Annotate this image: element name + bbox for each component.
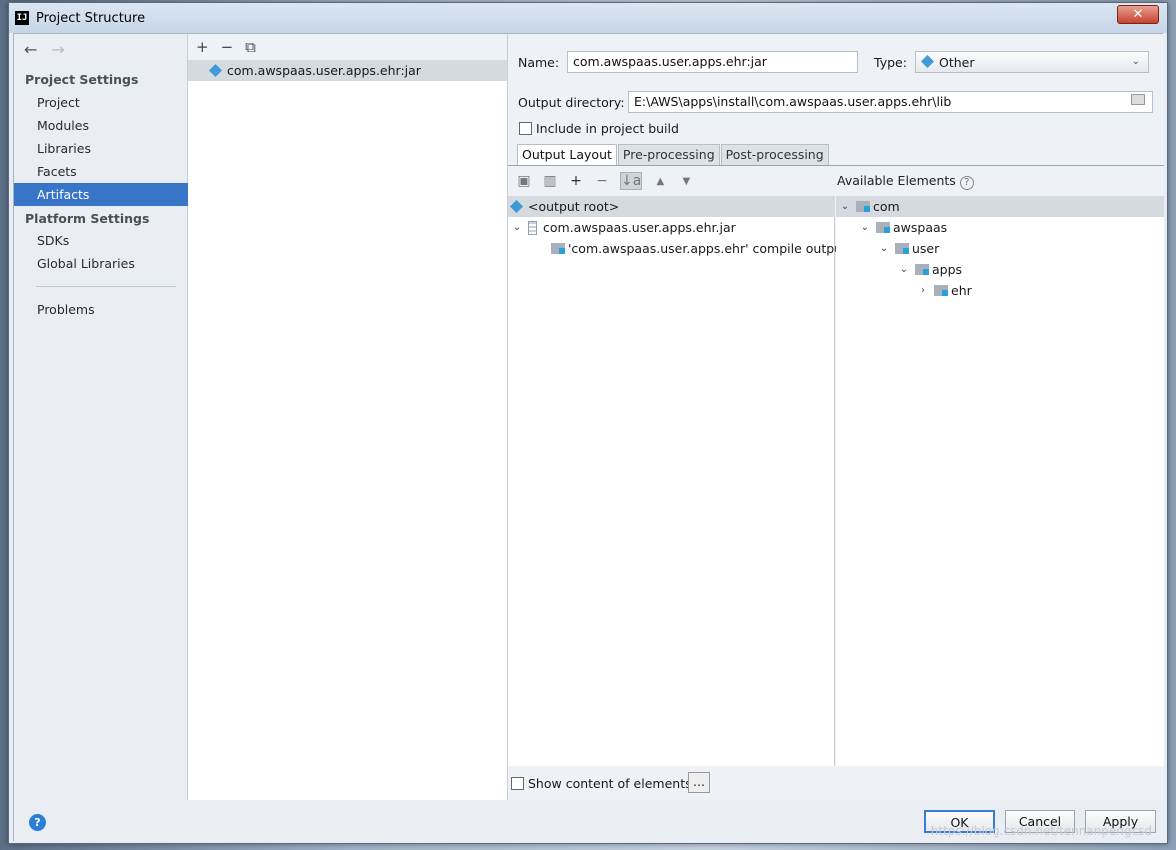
sidebar-item-problems[interactable]: Problems [14, 298, 188, 321]
platform-settings-header: Platform Settings [25, 211, 150, 226]
help-icon[interactable]: ? [959, 176, 974, 190]
tab-pre-processing[interactable]: Pre-processing [617, 144, 720, 165]
output-root-icon [509, 199, 524, 213]
chevron-down-icon[interactable]: ⌄ [877, 243, 891, 254]
chevron-down-icon[interactable]: ⌄ [510, 222, 524, 233]
move-down-icon[interactable]: ▼ [678, 176, 694, 187]
copy-artifact-icon[interactable]: ⧉ [245, 38, 256, 56]
watermark: https://blog.csdn.net/tennanpengcsd [930, 824, 1152, 838]
type-dropdown[interactable]: Other ⌄ [915, 51, 1149, 73]
tree-row-user[interactable]: ⌄ user [877, 238, 939, 259]
node-label: awspaas [893, 220, 948, 235]
intellij-app-icon: IJ [15, 11, 29, 25]
tree-row-jar[interactable]: ⌄ com.awspaas.user.apps.ehr.jar [510, 217, 736, 238]
artifact-list-item[interactable]: com.awspaas.user.apps.ehr:jar [188, 60, 507, 81]
output-directory-field[interactable]: E:\AWS\apps\install\com.awspaas.user.app… [628, 91, 1153, 113]
sidebar-item-facets[interactable]: Facets [14, 160, 188, 183]
jar-label: com.awspaas.user.apps.ehr.jar [543, 220, 736, 235]
output-root-label: <output root> [528, 199, 620, 214]
output-layout-toolbar: ▣ ▥ + − ↓a ▲ ▼ [508, 166, 836, 196]
sidebar-item-project[interactable]: Project [14, 91, 188, 114]
folder-browse-icon[interactable] [1131, 94, 1145, 105]
dialog-content: ← → Project Settings Project Modules Lib… [13, 33, 1164, 842]
package-icon [915, 264, 929, 275]
create-archive-icon[interactable]: ▥ [542, 173, 558, 189]
type-label: Type: [874, 55, 907, 70]
other-type-icon [920, 54, 935, 69]
name-field[interactable]: com.awspaas.user.apps.ehr:jar [567, 51, 858, 73]
add-artifact-icon[interactable]: + [196, 38, 209, 56]
available-elements-tree: ⌄ com ⌄ awspaas ⌄ user ⌄ apps › ehr [836, 196, 1164, 766]
artifact-list-toolbar: + − ⧉ [188, 34, 507, 60]
chevron-down-icon: ⌄ [1131, 56, 1140, 67]
sidebar-item-sdks[interactable]: SDKs [14, 229, 188, 252]
project-structure-dialog: IJ Project Structure ✕ ← → Project Setti… [8, 2, 1168, 844]
include-in-build-label: Include in project build [536, 121, 679, 136]
remove-artifact-icon[interactable]: − [221, 38, 234, 56]
back-arrow-icon[interactable]: ← [24, 40, 37, 59]
sort-elements-icon[interactable]: ↓a [620, 172, 643, 190]
artifact-item-label: com.awspaas.user.apps.ehr:jar [227, 63, 421, 78]
artifact-diamond-icon [208, 63, 223, 77]
compile-output-label: 'com.awspaas.user.apps.ehr' compile outp… [568, 241, 847, 256]
node-label: user [912, 241, 940, 256]
artifact-list-panel: + − ⧉ com.awspaas.user.apps.ehr:jar [188, 34, 508, 800]
tree-row-output-root[interactable]: <output root> [508, 196, 835, 217]
node-label: com [873, 199, 900, 214]
sidebar-item-libraries[interactable]: Libraries [14, 137, 188, 160]
show-content-options-button[interactable]: ... [688, 772, 710, 793]
available-elements-header: Available Elements? [837, 173, 974, 190]
package-icon [934, 285, 948, 296]
tab-output-layout[interactable]: Output Layout [517, 144, 617, 165]
chevron-down-icon[interactable]: ⌄ [838, 201, 852, 212]
available-elements-label: Available Elements [837, 173, 956, 188]
jar-archive-icon [528, 220, 537, 235]
show-content-checkbox[interactable] [511, 776, 524, 790]
node-label: apps [932, 262, 963, 277]
layout-tabs: Output Layout Pre-processing Post-proces… [517, 144, 830, 165]
package-icon [876, 222, 890, 233]
module-output-icon [551, 243, 565, 254]
tree-row-com[interactable]: ⌄ com [836, 196, 1164, 217]
sidebar-item-global-libraries[interactable]: Global Libraries [14, 252, 188, 275]
show-content-label: Show content of elements [528, 775, 692, 791]
tree-row-apps[interactable]: ⌄ apps [897, 259, 962, 280]
chevron-down-icon[interactable]: ⌄ [897, 264, 911, 275]
package-icon [895, 243, 909, 254]
remove-element-icon[interactable]: − [594, 173, 610, 189]
include-in-build-checkbox[interactable] [519, 122, 532, 135]
add-copy-icon[interactable]: + [568, 173, 584, 189]
output-directory-label: Output directory: [518, 95, 625, 110]
sidebar-divider [36, 286, 176, 287]
type-selected-value: Other [939, 54, 975, 70]
close-button[interactable]: ✕ [1117, 5, 1159, 24]
show-content-bar: Show content of elements [508, 766, 1164, 800]
tree-row-awspaas[interactable]: ⌄ awspaas [858, 217, 947, 238]
dialog-footer: ? OK Cancel Apply https://blog.csdn.net/… [14, 800, 1164, 842]
help-button[interactable]: ? [29, 814, 46, 831]
project-settings-header: Project Settings [25, 72, 139, 87]
settings-sidebar: ← → Project Settings Project Modules Lib… [14, 34, 188, 800]
create-directory-icon[interactable]: ▣ [516, 173, 532, 189]
node-label: ehr [951, 283, 972, 298]
package-icon [856, 201, 870, 212]
forward-arrow-icon[interactable]: → [51, 40, 64, 59]
chevron-right-icon[interactable]: › [916, 285, 930, 296]
chevron-down-icon[interactable]: ⌄ [858, 222, 872, 233]
tree-row-compile-output[interactable]: 'com.awspaas.user.apps.ehr' compile outp… [551, 238, 847, 259]
artifact-settings-panel: Name: com.awspaas.user.apps.ehr:jar Type… [508, 34, 1164, 800]
move-up-icon[interactable]: ▲ [652, 176, 668, 187]
name-label: Name: [518, 55, 560, 70]
window-title: Project Structure [36, 10, 146, 26]
sidebar-item-artifacts[interactable]: Artifacts [14, 183, 188, 206]
sidebar-item-modules[interactable]: Modules [14, 114, 188, 137]
output-layout-tree: <output root> ⌄ com.awspaas.user.apps.eh… [508, 196, 847, 766]
tab-post-processing[interactable]: Post-processing [720, 144, 829, 165]
nav-arrows: ← → [24, 40, 65, 59]
title-bar: IJ Project Structure ✕ [9, 3, 1167, 33]
tree-row-ehr[interactable]: › ehr [916, 280, 972, 301]
